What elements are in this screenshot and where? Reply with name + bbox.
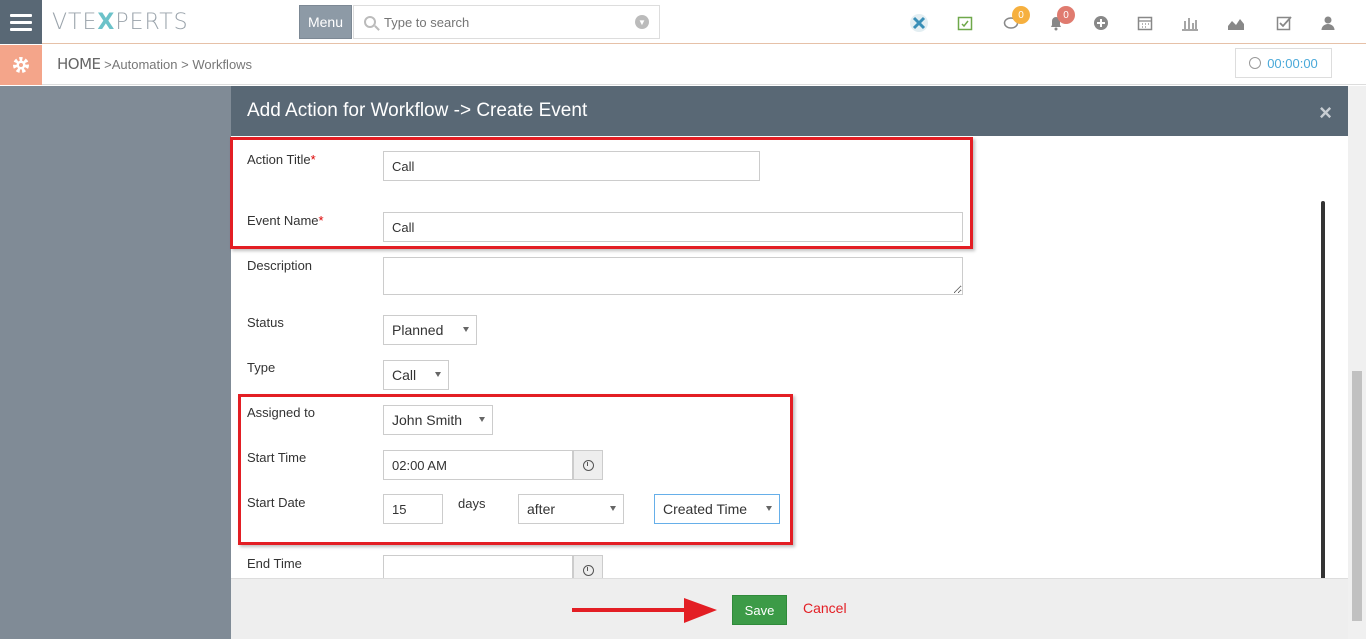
caret-down-icon [463, 327, 469, 332]
settings-gear-icon[interactable] [0, 45, 42, 85]
status-label: Status [247, 315, 284, 330]
notification-badge: 0 [1057, 6, 1075, 24]
add-action-modal: Add Action for Workflow -> Create Event … [231, 86, 1348, 639]
top-navbar: VTEXPERTS Menu ▼ 0 0 [0, 0, 1366, 44]
chat-icon[interactable]: 0 [1000, 6, 1030, 34]
page-scrollbar-thumb[interactable] [1352, 371, 1362, 621]
save-button[interactable]: Save [732, 595, 787, 625]
start-time-input[interactable] [383, 450, 573, 480]
action-title-input[interactable] [383, 151, 760, 181]
description-textarea[interactable] [383, 257, 963, 295]
calendar-icon[interactable] [1134, 12, 1156, 34]
event-name-input[interactable] [383, 212, 963, 242]
page-scrollbar[interactable] [1348, 86, 1366, 639]
start-date-reference-value: Created Time [663, 501, 748, 517]
x-app-icon[interactable] [908, 12, 930, 34]
start-time-clock-button[interactable] [573, 450, 603, 480]
chat-badge: 0 [1012, 6, 1030, 24]
modal-scrollbar[interactable] [1321, 201, 1325, 611]
breadcrumb-bar: HOME >Automation > Workflows 00:00:00 [0, 45, 1366, 85]
assigned-to-label: Assigned to [247, 405, 315, 420]
user-icon[interactable] [1317, 12, 1339, 34]
modal-body: Action Title* Event Name* Description St… [231, 136, 1348, 611]
caret-down-icon [479, 417, 485, 422]
timer-button[interactable]: 00:00:00 [1235, 48, 1332, 78]
start-date-relation-select[interactable]: after [518, 494, 624, 524]
type-label: Type [247, 360, 276, 375]
status-value: Planned [392, 322, 444, 338]
type-value: Call [392, 367, 417, 383]
logo-text-right: PERTS [115, 10, 189, 35]
clock-icon [582, 564, 594, 576]
chevron-down-icon[interactable]: ▼ [635, 15, 649, 29]
required-mark: * [318, 213, 324, 228]
clock-icon [1249, 57, 1262, 69]
description-label: Description [247, 258, 313, 273]
checkbox-icon[interactable] [1273, 12, 1295, 34]
start-date-reference-select[interactable]: Created Time [654, 494, 780, 524]
global-search[interactable]: ▼ [353, 5, 660, 39]
modal-title: Add Action for Workflow -> Create Event [247, 100, 588, 121]
caret-down-icon [610, 506, 616, 511]
modal-footer: Save Cancel [231, 578, 1348, 639]
search-icon [364, 16, 376, 28]
caret-down-icon [435, 372, 441, 377]
arrow-annotation-icon [572, 598, 717, 623]
logo-text-x: X [97, 10, 116, 35]
type-select[interactable]: Call [383, 360, 449, 390]
start-date-days-input[interactable] [383, 494, 443, 524]
required-mark: * [310, 152, 316, 167]
calendar-check-icon[interactable] [954, 12, 976, 34]
start-date-relation-value: after [527, 501, 556, 517]
modal-header: Add Action for Workflow -> Create Event … [231, 86, 1348, 136]
breadcrumb: HOME >Automation > Workflows [57, 55, 252, 73]
breadcrumb-automation[interactable]: Automation [112, 57, 178, 72]
status-select[interactable]: Planned [383, 315, 477, 345]
caret-down-icon [766, 506, 772, 511]
hamburger-menu-icon[interactable] [0, 0, 42, 44]
breadcrumb-workflows[interactable]: Workflows [192, 57, 252, 72]
end-time-label: End Time [247, 556, 302, 571]
breadcrumb-home[interactable]: HOME [57, 55, 101, 73]
bar-chart-icon[interactable] [1179, 12, 1201, 34]
assigned-to-value: John Smith [392, 412, 463, 428]
plus-circle-icon[interactable] [1090, 12, 1112, 34]
days-label: days [458, 496, 486, 511]
start-date-label: Start Date [247, 495, 306, 510]
search-input[interactable] [384, 14, 635, 30]
cancel-link[interactable]: Cancel [803, 600, 847, 616]
action-title-label: Action Title* [247, 152, 316, 167]
clock-icon [582, 459, 594, 471]
breadcrumb-separator: > [181, 57, 189, 72]
start-time-label: Start Time [247, 450, 307, 465]
menu-button[interactable]: Menu [299, 5, 352, 39]
event-name-label: Event Name* [247, 213, 324, 228]
area-chart-icon[interactable] [1225, 12, 1247, 34]
bell-icon[interactable]: 0 [1045, 6, 1075, 34]
timer-value: 00:00:00 [1267, 55, 1318, 71]
close-icon[interactable]: × [1319, 100, 1332, 126]
breadcrumb-separator: > [104, 57, 112, 72]
logo[interactable]: VTEXPERTS [52, 10, 189, 35]
logo-text-left: VTE [52, 10, 98, 35]
assigned-to-select[interactable]: John Smith [383, 405, 493, 435]
